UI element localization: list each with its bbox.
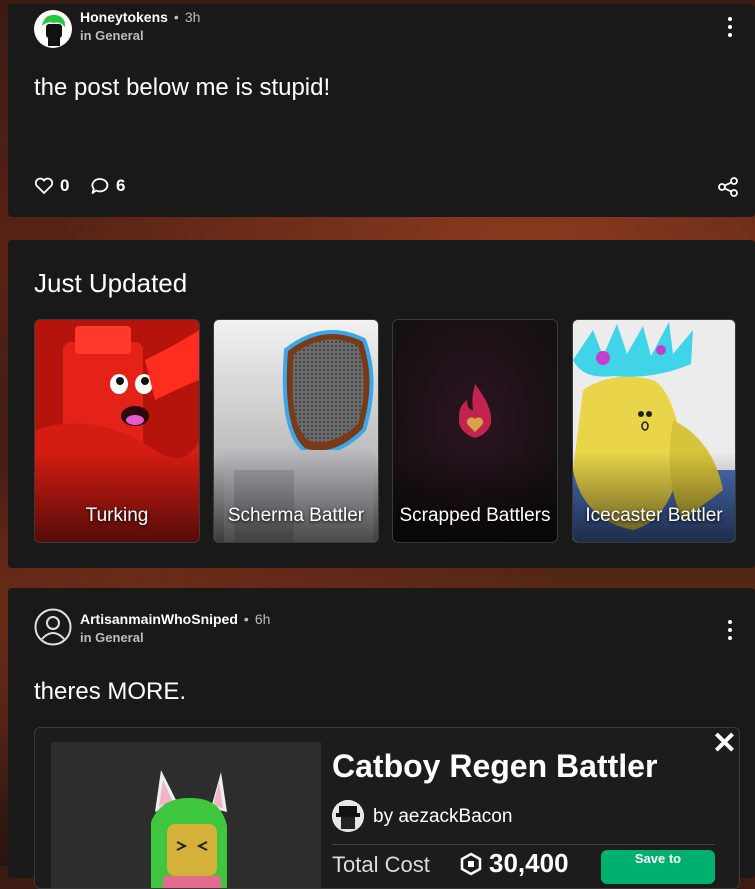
post-author[interactable]: Honeytokens • 3h bbox=[80, 9, 200, 25]
green-hair-avatar-icon bbox=[35, 11, 71, 47]
share-button[interactable] bbox=[717, 177, 739, 202]
robux-icon bbox=[460, 852, 482, 875]
avatar[interactable] bbox=[34, 10, 72, 48]
more-options-icon[interactable] bbox=[727, 17, 733, 41]
item-embed-card[interactable]: Catboy Regen Battler by aezackBacon Tota… bbox=[34, 727, 740, 889]
price-value: 30,400 bbox=[489, 848, 569, 878]
tile-scrapped-battlers[interactable]: Scrapped Battlers bbox=[392, 319, 558, 543]
tile-label: Scherma Battler bbox=[227, 505, 365, 526]
close-icon[interactable]: ✕ bbox=[712, 728, 737, 761]
separator-dot: • bbox=[243, 611, 249, 627]
post-text: the post below me is stupid! bbox=[34, 74, 331, 101]
divider bbox=[332, 844, 715, 845]
tile-label: Scrapped Battlers bbox=[399, 505, 551, 526]
heart-icon bbox=[34, 177, 54, 194]
share-icon bbox=[718, 177, 738, 197]
tile-icecaster-battler[interactable]: Icecaster Battler bbox=[572, 319, 736, 543]
item-title[interactable]: Catboy Regen Battler bbox=[332, 748, 657, 785]
tile-turking[interactable]: Turking bbox=[34, 319, 200, 543]
comment-count: 6 bbox=[116, 176, 126, 195]
like-count: 0 bbox=[60, 176, 70, 195]
total-cost-label: Total Cost bbox=[332, 852, 430, 877]
tile-label: Turking bbox=[85, 505, 149, 526]
section-title: Just Updated bbox=[34, 268, 188, 298]
post-card: ArtisanmainWhoSniped • 6h in General there… bbox=[8, 588, 755, 889]
creator-avatar-icon bbox=[332, 800, 364, 832]
avatar[interactable] bbox=[34, 608, 72, 646]
post-text: theres MORE. bbox=[34, 678, 187, 705]
comment-icon bbox=[91, 178, 109, 194]
item-price: 30,400 bbox=[459, 848, 569, 879]
like-button[interactable]: 0 bbox=[34, 176, 69, 196]
default-user-icon bbox=[34, 608, 72, 646]
item-creator[interactable]: by aezackBacon bbox=[373, 806, 512, 828]
save-to-button[interactable]: Save to bbox=[601, 850, 715, 884]
tile-label: Icecaster Battler bbox=[585, 505, 723, 526]
post-card: Honeytokens • 3h in General the post below… bbox=[8, 4, 755, 217]
tile-scherma-battler[interactable]: Scherma Battler bbox=[213, 319, 379, 543]
creator-avatar[interactable] bbox=[332, 800, 364, 832]
post-time: 6h bbox=[254, 611, 271, 627]
catboy-thumbnail-icon bbox=[51, 742, 321, 888]
post-category[interactable]: in General bbox=[80, 630, 144, 645]
item-thumbnail bbox=[51, 742, 321, 888]
post-time: 3h bbox=[184, 9, 201, 25]
comment-button[interactable]: 6 bbox=[90, 176, 125, 196]
separator-dot: • bbox=[173, 9, 179, 25]
author-name[interactable]: Honeytokens bbox=[80, 9, 168, 25]
post-category[interactable]: in General bbox=[80, 28, 144, 43]
author-name[interactable]: ArtisanmainWhoSniped bbox=[80, 611, 238, 627]
post-author[interactable]: ArtisanmainWhoSniped • 6h bbox=[80, 611, 270, 627]
just-updated-section: Just Updated Turking Scherma Battler Scr… bbox=[8, 240, 755, 568]
more-options-icon[interactable] bbox=[727, 620, 733, 644]
